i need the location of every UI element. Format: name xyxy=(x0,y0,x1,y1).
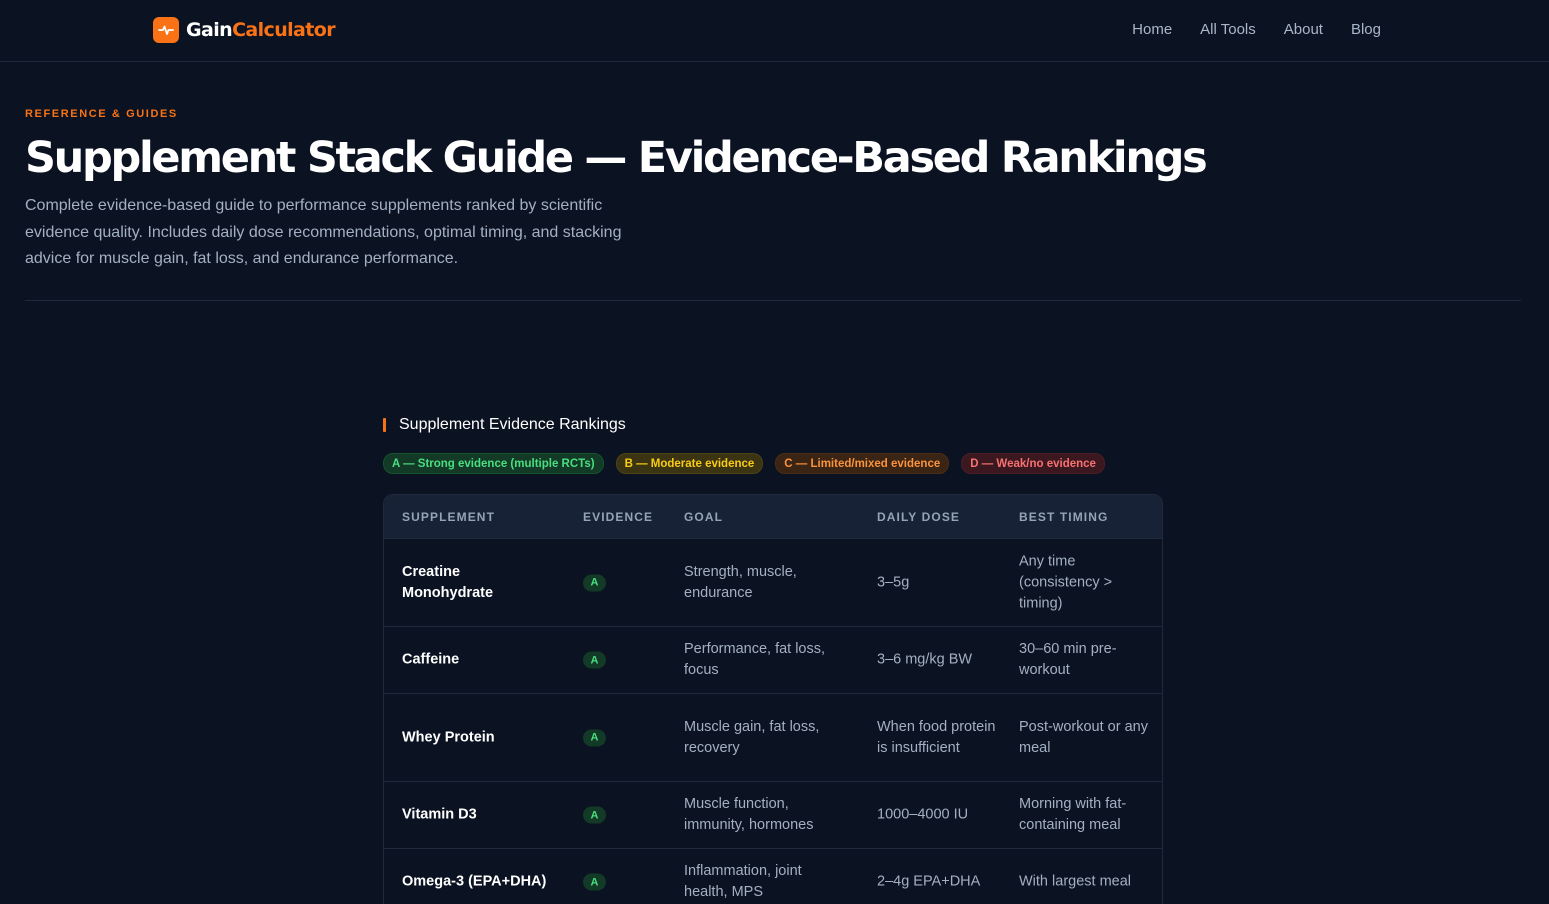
supplement-timing: Morning with fat-containing meal xyxy=(1019,796,1127,833)
header-daily-dose: DAILY DOSE xyxy=(877,510,961,524)
supplement-name: Creatine Monohydrate xyxy=(402,563,494,601)
legend-pill-c: C — Limited/mixed evidence xyxy=(775,453,950,474)
evidence-legend: A — Strong evidence (multiple RCTs) B — … xyxy=(383,453,1105,474)
supplement-dose: 2–4g EPA+DHA xyxy=(877,873,981,890)
table-row: Caffeine A Performance, fat loss, focus … xyxy=(384,626,1162,693)
supplement-timing: With largest meal xyxy=(1019,873,1132,890)
evidence-badge: A xyxy=(583,806,606,824)
page-intro: Complete evidence-based guide to perform… xyxy=(25,197,622,267)
supplement-goal: Muscle gain, fat loss, recovery xyxy=(684,718,820,756)
brand-logo[interactable]: GainCalculator xyxy=(153,17,336,43)
header-supplement: SUPPLEMENT xyxy=(402,510,496,524)
supplement-goal: Muscle function, immunity, hormones xyxy=(684,796,814,833)
nav-blog[interactable]: Blog xyxy=(1351,21,1381,38)
hero-divider xyxy=(25,300,1521,301)
brand-name-gain: Gain xyxy=(186,19,233,41)
page-title: Supplement Stack Guide — Evidence-Based … xyxy=(25,133,1208,183)
supplement-table: SUPPLEMENT EVIDENCE GOAL DAILY DOSE BEST… xyxy=(383,494,1163,904)
table-row: Omega-3 (EPA+DHA) A Inflammation, joint … xyxy=(384,848,1162,904)
table-row: Creatine Monohydrate A Strength, muscle,… xyxy=(384,538,1162,626)
supplement-name: Caffeine xyxy=(402,651,460,668)
brand-name-calculator: Calculator xyxy=(232,19,336,41)
supplement-dose: When food protein is insufficient xyxy=(877,718,996,756)
evidence-badge: A xyxy=(583,651,606,669)
supplement-timing: Post-workout or any meal xyxy=(1019,718,1148,756)
supplement-timing: Any time (consistency > timing) xyxy=(1019,553,1113,611)
evidence-badge: A xyxy=(583,574,606,591)
supplement-dose: 3–5g xyxy=(877,574,910,590)
nav-about[interactable]: About xyxy=(1284,21,1323,38)
supplement-name: Vitamin D3 xyxy=(402,806,477,823)
supplement-goal: Strength, muscle, endurance xyxy=(684,563,797,601)
evidence-badge: A xyxy=(583,729,606,746)
pulse-icon xyxy=(153,17,179,43)
legend-pill-a: A — Strong evidence (multiple RCTs) xyxy=(383,453,604,474)
table-header: SUPPLEMENT EVIDENCE GOAL DAILY DOSE BEST… xyxy=(384,495,1162,538)
section-accent-bar xyxy=(383,418,386,432)
supplement-name: Omega-3 (EPA+DHA) xyxy=(402,873,547,890)
nav-all-tools[interactable]: All Tools xyxy=(1200,21,1256,38)
legend-pill-d: D — Weak/no evidence xyxy=(961,453,1105,474)
header-best-timing: BEST TIMING xyxy=(1019,510,1109,524)
legend-pill-b: B — Moderate evidence xyxy=(615,453,764,474)
supplement-goal: Performance, fat loss, focus xyxy=(684,641,826,678)
supplement-name: Whey Protein xyxy=(402,729,495,745)
evidence-badge: A xyxy=(583,873,606,891)
top-navbar: GainCalculator Home All Tools About Blog xyxy=(0,0,1549,62)
brand-name: GainCalculator xyxy=(186,19,336,41)
section-title: Supplement Evidence Rankings xyxy=(399,416,626,433)
supplement-dose: 3–6 mg/kg BW xyxy=(877,651,973,668)
page-eyebrow: REFERENCE & GUIDES xyxy=(25,108,178,120)
table-row: Vitamin D3 A Muscle function, immunity, … xyxy=(384,781,1162,848)
clipped-breadcrumb-glyphs xyxy=(158,56,176,64)
table-row: Whey Protein A Muscle gain, fat loss, re… xyxy=(384,693,1162,781)
nav-home[interactable]: Home xyxy=(1132,21,1172,38)
main-nav: Home All Tools About Blog xyxy=(1132,21,1381,38)
header-evidence: EVIDENCE xyxy=(583,510,654,524)
supplement-timing: 30–60 min pre-workout xyxy=(1019,641,1117,678)
supplement-goal: Inflammation, joint health, MPS xyxy=(684,863,802,900)
header-goal: GOAL xyxy=(684,510,724,524)
section-heading: Supplement Evidence Rankings xyxy=(383,416,626,434)
supplement-dose: 1000–4000 IU xyxy=(877,806,969,823)
